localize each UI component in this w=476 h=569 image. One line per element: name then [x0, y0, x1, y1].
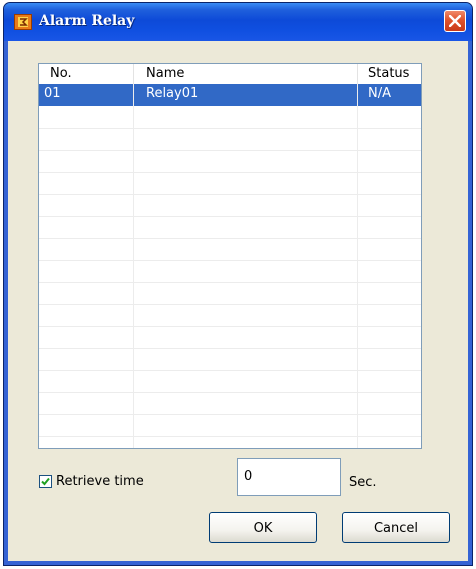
title-bar[interactable]: Alarm Relay — [4, 3, 472, 41]
grid-line — [39, 392, 421, 393]
app-icon — [14, 14, 32, 30]
close-icon — [449, 15, 461, 27]
grid-line — [39, 172, 421, 173]
grid-line — [39, 370, 421, 371]
grid-line — [39, 150, 421, 151]
column-header-name[interactable]: Name — [134, 64, 358, 84]
grid-line — [39, 260, 421, 261]
cancel-button[interactable]: Cancel — [342, 512, 450, 543]
grid-line — [39, 238, 421, 239]
checkmark-icon — [41, 477, 50, 486]
window-title: Alarm Relay — [39, 13, 135, 29]
list-header: No. Name Status — [39, 64, 421, 85]
grid-line — [39, 414, 421, 415]
grid-divider — [133, 84, 134, 448]
grid-line — [39, 348, 421, 349]
row-no: 01 — [44, 86, 61, 101]
retrieve-time-input[interactable]: 0 — [237, 458, 341, 496]
grid-line — [39, 326, 421, 327]
alarm-relay-dialog: Alarm Relay No. Name Status 01 Relay01 N… — [3, 2, 473, 566]
grid-line — [39, 216, 421, 217]
grid-divider — [357, 84, 358, 448]
ok-button[interactable]: OK — [209, 512, 317, 543]
column-header-status[interactable]: Status — [358, 64, 421, 84]
grid-line — [39, 194, 421, 195]
grid-line — [39, 304, 421, 305]
grid-line — [39, 282, 421, 283]
column-header-no[interactable]: No. — [39, 64, 134, 84]
row-status: N/A — [368, 86, 391, 101]
dialog-body: No. Name Status 01 Relay01 N/A Retrieve … — [8, 41, 468, 561]
grid-line — [39, 436, 421, 437]
retrieve-time-label[interactable]: Retrieve time — [56, 474, 144, 489]
relay-list[interactable]: No. Name Status 01 Relay01 N/A — [38, 63, 422, 449]
grid-line — [39, 128, 421, 129]
table-row[interactable]: 01 Relay01 N/A — [39, 84, 421, 106]
retrieve-time-checkbox[interactable] — [39, 475, 52, 488]
row-name: Relay01 — [146, 86, 199, 101]
close-button[interactable] — [444, 10, 466, 32]
seconds-unit-label: Sec. — [349, 475, 377, 490]
